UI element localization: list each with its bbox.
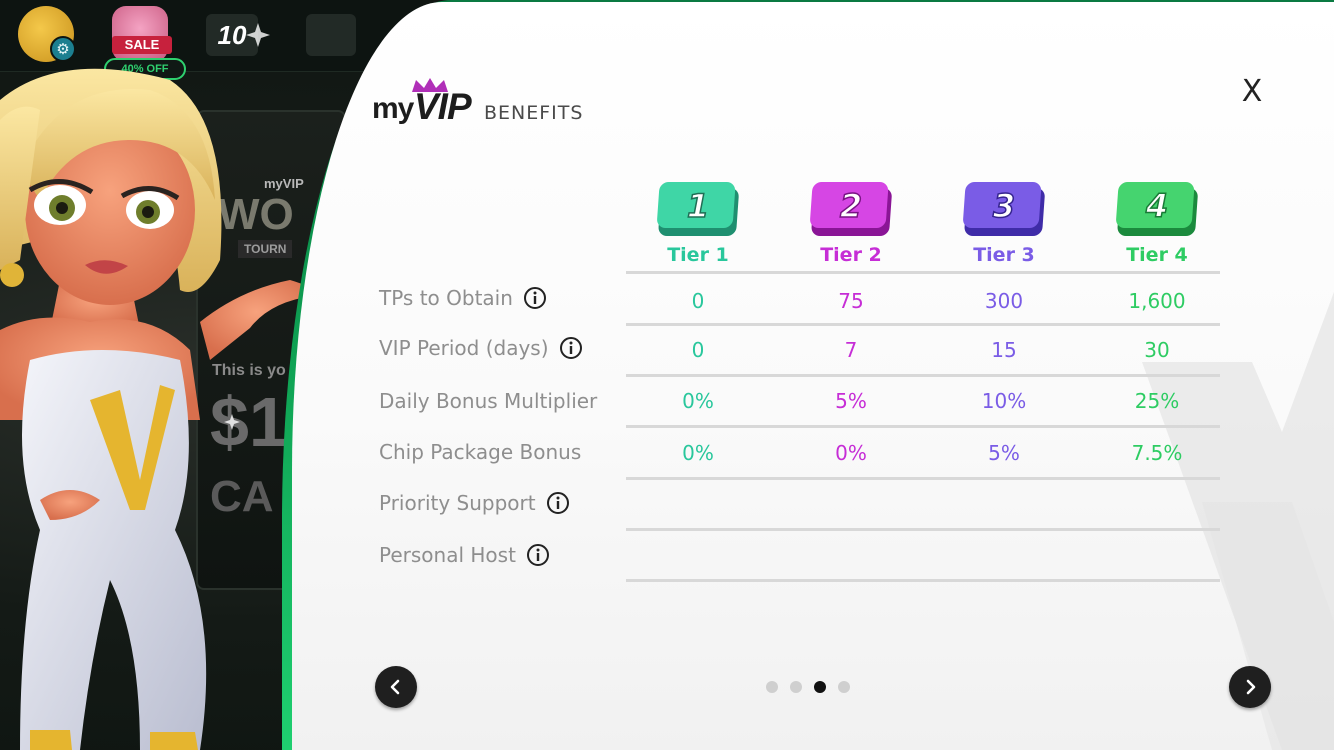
tier-header-1: 1 Tier 1	[628, 178, 768, 270]
chevron-left-icon	[390, 679, 400, 695]
table-cell: 300	[984, 289, 1024, 313]
close-button[interactable]: X	[1232, 72, 1272, 112]
tier-header-2: 2 Tier 2	[781, 178, 921, 270]
table-cell: 30	[1144, 338, 1170, 362]
row-label-text: Personal Host	[379, 543, 516, 567]
tier-4-label: Tier 4	[1126, 244, 1188, 266]
table-divider	[626, 374, 1220, 377]
info-icon[interactable]	[523, 286, 547, 310]
row-label-text: VIP Period (days)	[379, 336, 549, 360]
table-cell: 0%	[682, 441, 714, 465]
table-cell: 5%	[835, 389, 867, 413]
tier-header-3: 3 Tier 3	[934, 178, 1074, 270]
table-cell: 7.5%	[1131, 441, 1183, 465]
tier-4-badge-icon: 4	[1116, 182, 1198, 236]
table-divider	[626, 271, 1220, 274]
table-row-label-tps: TPs to Obtain	[379, 286, 547, 310]
logo-benefits-text: BENEFITS	[484, 102, 584, 124]
table-divider	[626, 477, 1220, 480]
previous-page-button[interactable]	[375, 666, 417, 708]
pagination-dot[interactable]	[766, 681, 778, 693]
table-divider	[626, 425, 1220, 428]
table-cell: 1,600	[1128, 289, 1186, 313]
table-cell: 75	[838, 289, 864, 313]
table-divider	[626, 323, 1220, 326]
tier-1-badge-icon: 1	[657, 182, 739, 236]
tier-3-number: 3	[993, 187, 1015, 225]
table-row-label-chip-package: Chip Package Bonus	[379, 440, 581, 464]
myvip-benefits-logo: my VIP BENEFITS	[372, 74, 612, 134]
pagination-dot[interactable]	[790, 681, 802, 693]
pagination-dots	[766, 681, 856, 695]
tier-2-badge-icon: 2	[810, 182, 892, 236]
table-row-label-priority-support: Priority Support	[379, 491, 570, 515]
pagination-dot-active[interactable]	[814, 681, 826, 693]
table-divider	[626, 528, 1220, 531]
info-icon[interactable]	[559, 336, 583, 360]
tier-2-label: Tier 2	[820, 244, 882, 266]
table-row-label-daily-bonus: Daily Bonus Multiplier	[379, 389, 597, 413]
pagination-dot[interactable]	[838, 681, 850, 693]
table-cell: 5%	[988, 441, 1020, 465]
table-row-label-vip-period: VIP Period (days)	[379, 336, 583, 360]
tier-2-number: 2	[840, 187, 862, 225]
chevron-right-icon	[1246, 679, 1256, 695]
next-page-button[interactable]	[1229, 666, 1271, 708]
tier-1-label: Tier 1	[667, 244, 729, 266]
tier-4-number: 4	[1145, 187, 1168, 225]
table-cell: 15	[991, 338, 1017, 362]
info-icon[interactable]	[546, 491, 570, 515]
tier-3-label: Tier 3	[973, 244, 1035, 266]
table-cell: 10%	[981, 389, 1027, 413]
logo-my-text: my	[372, 92, 414, 125]
table-cell: 0%	[682, 389, 714, 413]
table-cell: 7	[844, 338, 858, 362]
table-cell: 25%	[1134, 389, 1180, 413]
row-label-text: Chip Package Bonus	[379, 440, 582, 464]
table-divider	[626, 579, 1220, 582]
hostess-character	[0, 68, 314, 750]
logo-vip-text: VIP	[414, 86, 472, 127]
row-label-text: Daily Bonus Multiplier	[379, 389, 598, 413]
tier-1-number: 1	[687, 187, 709, 225]
table-cell: 0	[691, 338, 705, 362]
table-row-label-personal-host: Personal Host	[379, 543, 550, 567]
table-cell: 0%	[835, 441, 867, 465]
row-label-text: TPs to Obtain	[379, 286, 513, 310]
row-label-text: Priority Support	[379, 491, 536, 515]
info-icon[interactable]	[526, 543, 550, 567]
table-cell: 0	[691, 289, 705, 313]
tier-header-4: 4 Tier 4	[1087, 178, 1227, 270]
tier-3-badge-icon: 3	[963, 182, 1045, 236]
